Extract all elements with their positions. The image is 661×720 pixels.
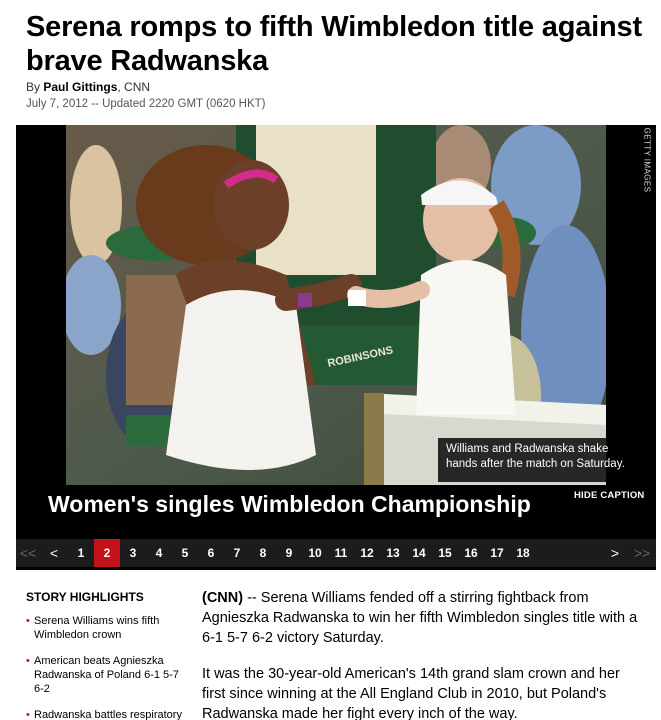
gallery-pager: << < 1 2 3 4 5 6 7 8 9 10 11 12 13 14 15 16 17 18 > >> xyxy=(16,539,656,567)
photo-caption: Williams and Radwanska shake hands after… xyxy=(438,438,640,482)
previous-page-button[interactable]: < xyxy=(42,539,66,567)
page-number-17[interactable]: 17 xyxy=(484,539,510,567)
story-source: (CNN) xyxy=(202,590,244,606)
page-number-8[interactable]: 8 xyxy=(250,539,276,567)
story-paragraph: (CNN) -- Serena Williams fended off a st… xyxy=(202,588,642,648)
gallery-photo: ROBINSONS xyxy=(66,125,606,485)
page-number-5[interactable]: 5 xyxy=(172,539,198,567)
highlight-item: Radwanska battles respiratory xyxy=(26,708,186,720)
photo-credit-text: GETTY IMAGES xyxy=(642,127,652,193)
first-page-button[interactable]: << xyxy=(16,539,40,567)
page-number-10[interactable]: 10 xyxy=(302,539,328,567)
photo-gallery: ROBINSONS GETTY IMAGES Williams and Radw… xyxy=(16,125,656,570)
page-number-16[interactable]: 16 xyxy=(458,539,484,567)
page-number-9[interactable]: 9 xyxy=(276,539,302,567)
last-page-button[interactable]: >> xyxy=(628,539,656,567)
page-number-12[interactable]: 12 xyxy=(354,539,380,567)
photo-credit: GETTY IMAGES xyxy=(641,127,653,193)
page-number-14[interactable]: 14 xyxy=(406,539,432,567)
story-body: (CNN) -- Serena Williams fended off a st… xyxy=(202,588,642,720)
page-number-18[interactable]: 18 xyxy=(510,539,536,567)
highlights-list: Serena Williams wins fifth Wimbledon cro… xyxy=(26,614,186,720)
story-highlights: STORY HIGHLIGHTS Serena Williams wins fi… xyxy=(26,590,186,720)
story-paragraph: It was the 30-year-old American's 14th g… xyxy=(202,666,620,720)
page-number-15[interactable]: 15 xyxy=(432,539,458,567)
page-number-7[interactable]: 7 xyxy=(224,539,250,567)
page-number-1[interactable]: 1 xyxy=(68,539,94,567)
page-number-11[interactable]: 11 xyxy=(328,539,354,567)
page-number-13[interactable]: 13 xyxy=(380,539,406,567)
page-number-list: 1 2 3 4 5 6 7 8 9 10 11 12 13 14 15 16 17 18 xyxy=(68,539,536,567)
page-number-2[interactable]: 2 xyxy=(94,539,120,567)
story-paragraph-text: -- Serena Williams fended off a stirring… xyxy=(202,590,638,646)
byline-source: , CNN xyxy=(117,80,151,94)
dateline: July 7, 2012 -- Updated 2220 GMT (0620 H… xyxy=(26,98,266,110)
highlight-item: Serena Williams wins fifth Wimbledon cro… xyxy=(26,614,186,642)
hide-caption-button[interactable]: HIDE CAPTION xyxy=(574,490,645,501)
highlights-heading: STORY HIGHLIGHTS xyxy=(26,590,144,604)
tennis-handshake-photo: ROBINSONS xyxy=(66,125,606,485)
page-number-3[interactable]: 3 xyxy=(120,539,146,567)
article-headline: Serena romps to fifth Wimbledon title ag… xyxy=(26,11,642,77)
highlight-item: American beats Agnieszka Radwanska of Po… xyxy=(26,654,186,696)
author-link[interactable]: Paul Gittings xyxy=(43,80,117,94)
page-number-4[interactable]: 4 xyxy=(146,539,172,567)
gallery-title: Women's singles Wimbledon Championship xyxy=(48,491,531,517)
page-number-6[interactable]: 6 xyxy=(198,539,224,567)
byline: By Paul Gittings, CNN xyxy=(26,80,150,94)
byline-prefix: By xyxy=(26,80,41,94)
next-page-button[interactable]: > xyxy=(602,539,628,567)
